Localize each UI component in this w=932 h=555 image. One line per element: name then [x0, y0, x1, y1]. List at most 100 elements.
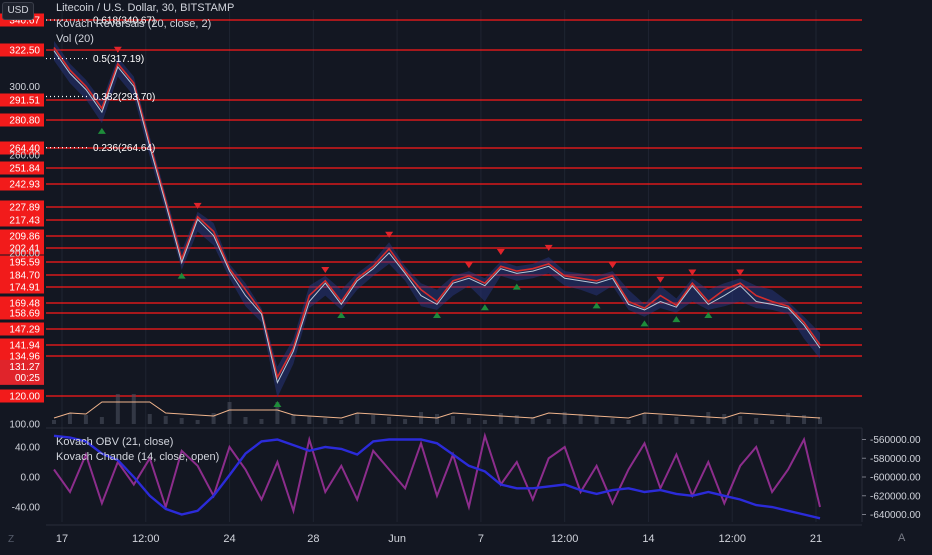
chande-axis-tick: 40.00 [15, 443, 40, 454]
time-axis-tick: 24 [223, 533, 235, 545]
obv-axis-tick: -560000.00 [870, 435, 921, 446]
obv-axis-tick: -640000.00 [870, 510, 921, 521]
down-marker-icon [496, 248, 505, 255]
logo-icon: Z [8, 534, 15, 545]
down-marker-icon [608, 262, 617, 269]
up-marker-icon [97, 127, 106, 134]
time-axis-tick: 14 [642, 533, 654, 545]
price-tag-label: 120.00 [9, 392, 40, 403]
indicator-volume-label[interactable]: Vol (20) [56, 33, 94, 45]
time-axis-tick: 7 [478, 533, 484, 545]
price-axis-tick: 300.00 [9, 82, 40, 93]
price-tag-label: 322.50 [9, 46, 40, 57]
reversal-line [53, 47, 821, 380]
obv-axis-tick: -620000.00 [870, 491, 921, 502]
volume-bar [610, 418, 615, 424]
obv-axis-tick: -580000.00 [870, 454, 921, 465]
currency-button[interactable]: USD [2, 2, 34, 20]
price-tag-label: 209.86 [9, 232, 40, 243]
volume-bar [323, 418, 328, 424]
price-tag-label: 251.84 [9, 164, 40, 175]
volume-bar [195, 420, 200, 424]
price-tag-label: 227.89 [9, 203, 40, 214]
down-marker-icon [656, 276, 665, 283]
volume-bar [52, 420, 56, 424]
price-tag-label: 158.69 [9, 309, 40, 320]
volume-bar [626, 420, 631, 424]
volume-bar [83, 415, 88, 424]
volume-bar [802, 415, 807, 424]
auto-scale-icon[interactable]: A [898, 532, 905, 544]
time-axis-tick: 17 [56, 533, 68, 545]
volume-bar [642, 413, 647, 424]
volume-bar [339, 420, 344, 424]
price-axis-tick: 200.00 [9, 248, 40, 259]
volume-bar [147, 414, 152, 424]
volume-bar [514, 415, 519, 424]
obv-axis-tick: -600000.00 [870, 473, 921, 484]
time-axis-tick: Jun [388, 533, 406, 545]
volume-bar [594, 416, 599, 424]
volume-bar [243, 417, 248, 424]
volume-bar [786, 413, 791, 424]
price-tag-label: 217.43 [9, 216, 40, 227]
volume-bar [115, 394, 120, 424]
countdown-label: 00:25 [15, 373, 40, 384]
time-axis-tick: 12:00 [132, 533, 160, 545]
obv-line [53, 434, 821, 520]
volume-bar [482, 420, 487, 424]
volume-bar [450, 416, 455, 424]
volume-bar [355, 413, 360, 424]
chande-axis-tick: 0.00 [21, 473, 41, 484]
up-marker-icon [273, 401, 282, 407]
volume-bar [754, 418, 759, 424]
up-marker-icon [480, 304, 489, 311]
volume-bar [227, 402, 232, 424]
volume-bar [770, 420, 775, 424]
volume-bar [99, 417, 104, 424]
volume-bar [259, 419, 264, 424]
chande-axis-tick: -40.00 [12, 503, 41, 514]
volume-bar [722, 414, 727, 424]
volume-bar [690, 419, 695, 424]
indicator-kovach-reversals-label[interactable]: Kovach Reversals (20, close, 2) [56, 18, 211, 30]
chart-canvas[interactable]: 0.618(340.67)0.5(317.19)0.382(293.70)0.2… [0, 0, 932, 550]
chart-stage[interactable]: 0.618(340.67) 0.5(317.19) 0.382(293.70) 0.2… [0, 0, 932, 550]
price-tag-label: 184.70 [9, 271, 40, 282]
price-band [54, 40, 820, 398]
price-tag-label: 147.29 [9, 325, 40, 336]
volume-bar [307, 416, 312, 424]
price-tag-label: 174.91 [9, 283, 40, 294]
up-marker-icon [640, 320, 649, 327]
fib-level-label: 0.382(293.70) [93, 92, 155, 103]
volume-bar [131, 394, 136, 424]
fib-level-label: 0.236(264.64) [93, 143, 155, 154]
time-axis-tick: 12:00 [718, 533, 746, 545]
time-axis-tick: 28 [307, 533, 319, 545]
price-axis-tick: 100.00 [9, 420, 40, 431]
volume-bar [706, 412, 711, 424]
up-marker-icon [672, 316, 681, 323]
volume-bar [498, 413, 503, 424]
volume-bar [435, 414, 439, 424]
volume-bar [371, 415, 376, 424]
indicator-kovach-chande-label[interactable]: Kovach Chande (14, close, open) [56, 451, 219, 463]
last-price-label: 131.27 [9, 362, 40, 373]
indicator-kovach-obv-label[interactable]: Kovach OBV (21, close) [56, 436, 173, 448]
down-marker-icon [385, 231, 394, 238]
volume-bar [658, 415, 663, 424]
price-tag-label: 280.80 [9, 116, 40, 127]
price-axis-tick: 260.00 [9, 151, 40, 162]
volume-bar [419, 412, 424, 424]
symbol-title: Litecoin / U.S. Dollar, 30, BITSTAMP [56, 2, 235, 14]
volume-bar [403, 419, 408, 424]
volume-bar [179, 418, 184, 424]
down-marker-icon [193, 202, 202, 209]
volume-bar [387, 417, 392, 424]
volume-bar [466, 418, 471, 424]
up-marker-icon [177, 272, 186, 279]
down-marker-icon [464, 262, 473, 269]
time-axis-tick: 12:00 [551, 533, 579, 545]
time-axis-tick: 21 [810, 533, 822, 545]
volume-bar [163, 416, 168, 424]
